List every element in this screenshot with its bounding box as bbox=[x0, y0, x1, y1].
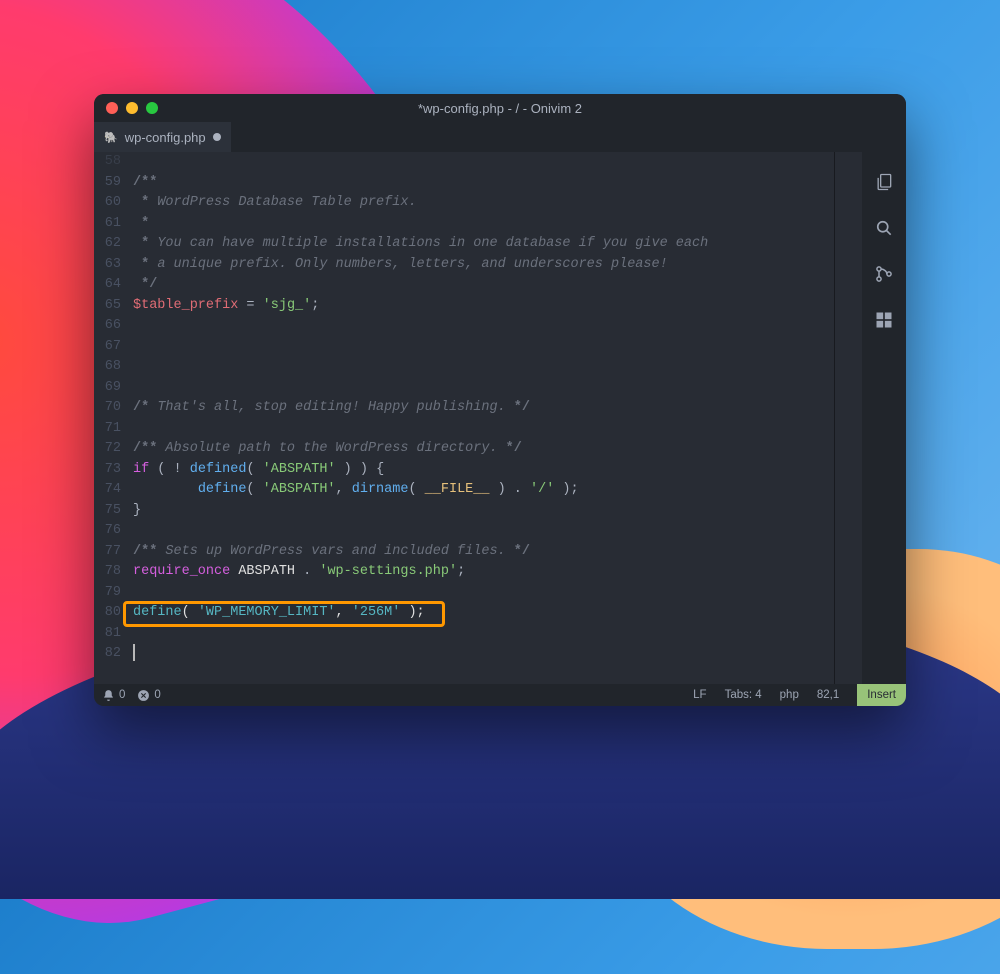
extensions-icon[interactable] bbox=[874, 310, 894, 330]
error-icon bbox=[137, 689, 150, 702]
minimap[interactable] bbox=[834, 152, 862, 684]
traffic-lights bbox=[94, 102, 158, 114]
status-eol[interactable]: LF bbox=[693, 689, 706, 701]
files-icon[interactable] bbox=[874, 172, 894, 192]
problems-count: 0 bbox=[154, 689, 160, 701]
tab-bar: 🐘 wp-config.php bbox=[94, 122, 906, 152]
dirty-indicator-icon bbox=[213, 133, 221, 141]
problems-button[interactable]: 0 bbox=[137, 689, 160, 702]
vim-mode-indicator: Insert bbox=[857, 684, 906, 706]
status-bar: 0 0 LF Tabs: 4 php 82,1 Insert bbox=[94, 684, 906, 706]
tab-label: wp-config.php bbox=[125, 130, 206, 145]
source-control-icon[interactable] bbox=[874, 264, 894, 284]
line-number-gutter: 58 59 60 61 62 63 64 65 66 67 68 69 70 7… bbox=[94, 152, 127, 684]
notifications-button[interactable]: 0 bbox=[102, 689, 125, 702]
bell-icon bbox=[102, 689, 115, 702]
cursor bbox=[133, 644, 135, 661]
window-title: *wp-config.php - / - Onivim 2 bbox=[94, 101, 906, 116]
php-file-icon: 🐘 bbox=[104, 131, 118, 144]
status-cursor-position[interactable]: 82,1 bbox=[817, 689, 839, 701]
minimize-button[interactable] bbox=[126, 102, 138, 114]
editor[interactable]: 58 59 60 61 62 63 64 65 66 67 68 69 70 7… bbox=[94, 152, 862, 684]
status-language[interactable]: php bbox=[780, 689, 799, 701]
editor-window: *wp-config.php - / - Onivim 2 🐘 wp-confi… bbox=[94, 94, 906, 706]
titlebar: *wp-config.php - / - Onivim 2 bbox=[94, 94, 906, 122]
notifications-count: 0 bbox=[119, 689, 125, 701]
tab-wp-config[interactable]: 🐘 wp-config.php bbox=[94, 122, 231, 152]
search-icon[interactable] bbox=[874, 218, 894, 238]
code-area[interactable]: /** * WordPress Database Table prefix. *… bbox=[127, 152, 834, 684]
activity-bar bbox=[862, 152, 906, 684]
close-button[interactable] bbox=[106, 102, 118, 114]
maximize-button[interactable] bbox=[146, 102, 158, 114]
status-indentation[interactable]: Tabs: 4 bbox=[725, 689, 762, 701]
main-area: 58 59 60 61 62 63 64 65 66 67 68 69 70 7… bbox=[94, 152, 906, 684]
